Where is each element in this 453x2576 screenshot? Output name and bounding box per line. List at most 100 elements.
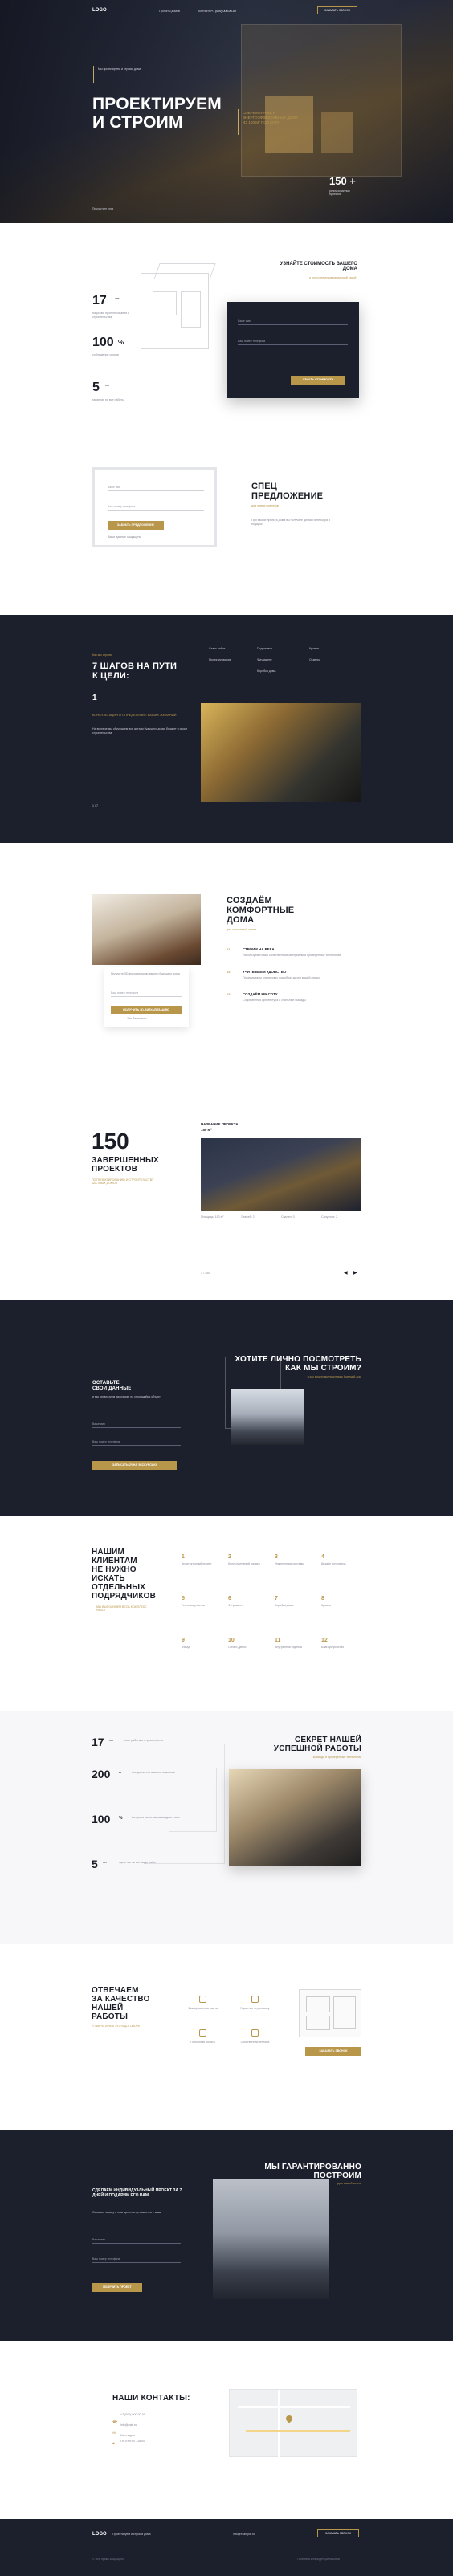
stat2-text: соблюдение сроков [92, 353, 119, 356]
guarantee-title: МЫ ГАРАНТИРОВАННО ПОСТРОИМ [264, 2163, 361, 2180]
footer-callback-button[interactable]: Заказать звонок [317, 2529, 359, 2537]
hero-subtitle: современные и энергоэффективные дома из … [243, 111, 299, 124]
quality-sub: и закрепляем это в договоре [92, 2025, 141, 2028]
feature-number: 02 [226, 970, 231, 974]
offer-text: При заказе проекта дома вы получите диза… [251, 519, 331, 526]
secret-stat-value: 200 [92, 1768, 111, 1780]
visualization-phone-input[interactable]: Ваш номер телефона [111, 990, 182, 997]
step-text: На встрече мы обсуждаем все детали будущ… [92, 727, 188, 735]
step-item[interactable]: Проектирование [209, 658, 231, 662]
service-label: Геология участка [182, 1604, 205, 1607]
header-phone[interactable]: +7 (000) 000-00-00 [211, 10, 236, 13]
quality-items: Фиксированная смета Гарантия по договору… [181, 1992, 281, 2065]
arrow-right-icon[interactable]: ▶ [353, 1270, 357, 1276]
service-number: 8 [321, 1596, 324, 1601]
stat3-unit: лет [105, 384, 110, 387]
scroll-hint[interactable]: Прокрутите вниз [92, 207, 113, 210]
steps-photo [201, 703, 361, 802]
comfort-section: Получите 3D-визуализацию вашего будущего… [0, 843, 453, 1109]
offer-submit-button[interactable]: Забрать предложение [108, 521, 164, 530]
guarantee-submit-button[interactable]: Получить проект [92, 2283, 142, 2292]
step-item[interactable]: Кровля [309, 647, 319, 651]
guarantee-sub: дом вашей мечты [337, 2182, 361, 2185]
nav-link-contacts[interactable]: Контакты [198, 10, 211, 13]
footer-policy-link[interactable]: Политика конфиденциальности [297, 2558, 340, 2562]
service-label: Фундамент [228, 1604, 243, 1607]
feature-title: СОЗДАЁМ КРАСОТУ [243, 992, 278, 996]
header-callback-button[interactable]: Заказать звонок [317, 6, 357, 14]
step-item[interactable]: Отделка [309, 658, 320, 662]
secret-stat-text: гарантия на все виды работ [119, 1861, 157, 1864]
offer-title: СПЕЦ ПРЕДЛОЖЕНИЕ [251, 482, 324, 501]
page: LOGO Проекты домов Контакты +7 (000) 000… [0, 0, 453, 2576]
step-item[interactable]: Коробка дома [257, 669, 275, 674]
quality-callback-button[interactable]: Заказать звонок [305, 2047, 361, 2056]
steps-pager[interactable]: 1 / 7 [92, 804, 98, 808]
step-item[interactable]: Подготовка [257, 647, 272, 651]
offer-form: Ваше имя Ваш номер телефона Забрать пред… [92, 467, 217, 547]
visualization-submit-button[interactable]: Получить 3D-визуализацию [111, 1006, 182, 1014]
contact-email[interactable]: info@mail.ru [120, 2423, 137, 2427]
secret-stat-unit: лет [103, 1861, 108, 1864]
secret-section: 17 лет опыт работы в строительстве 200 +… [0, 1711, 453, 1944]
feature-title: СТРОИМ НА ВЕКА [243, 947, 275, 951]
hero-count-caption: реализованных проектов [329, 189, 350, 196]
contact-phone[interactable]: +7 (000) 000-00-00 [120, 2413, 145, 2417]
offer-section: Ваше имя Ваш номер телефона Забрать пред… [0, 456, 453, 615]
guarantee-phone-input[interactable]: Ваш номер телефона [92, 2256, 181, 2263]
arrow-left-icon[interactable]: ◀ [344, 1270, 348, 1276]
calc-form-sub: и получите индивидуальный расчёт [309, 276, 357, 279]
guarantee-form-title: СДЕЛАЕМ ИНДИВИДУАЛЬНЫЙ ПРОЕКТ ЗА 7 ДНЕЙ … [92, 2188, 182, 2198]
service-number: 6 [228, 1596, 231, 1601]
offer-name-input[interactable]: Ваше имя [108, 484, 204, 491]
clients-sub: мы выполняем весь комплекс работ [96, 1605, 147, 1612]
guarantee-name-input[interactable]: Ваше имя [92, 2236, 181, 2244]
secret-stat-value: 5 [92, 1858, 98, 1870]
logo[interactable]: LOGO [92, 8, 107, 13]
footer-tagline: Проектируем и строим дома [112, 2533, 151, 2536]
service-number: 3 [275, 1554, 278, 1560]
feature-text: Современная архитектура и стильные фасад… [243, 999, 306, 1002]
feature-text: Используем только качественные материалы… [243, 954, 341, 957]
steps-section: Как мы строим 7 ШАГОВ НА ПУТИ К ЦЕЛИ: 1 … [0, 615, 453, 843]
footer-logo[interactable]: LOGO [92, 2532, 107, 2537]
visit-submit-button[interactable]: Записаться на экскурсию [92, 1461, 177, 1470]
quality-item: Собственная техника [240, 2041, 270, 2044]
footer: LOGO Проектируем и строим дома info@exam… [0, 2519, 453, 2576]
service-number: 12 [321, 1638, 328, 1643]
offer-phone-input[interactable]: Ваш номер телефона [108, 503, 204, 511]
project-photo [201, 1138, 361, 1211]
visit-name-input[interactable]: Ваше имя [92, 1421, 181, 1428]
footer-copyright: © Все права защищены [92, 2558, 124, 2561]
visit-phone-input[interactable]: Ваш номер телефона [92, 1439, 181, 1446]
service-number: 11 [275, 1638, 281, 1643]
quality-item: Поэтапная оплата [190, 2041, 215, 2044]
project-area: 150 М² [201, 1128, 212, 1132]
calc-submit-button[interactable]: Узнать стоимость [291, 376, 345, 385]
secret-stat-unit: % [119, 1816, 123, 1821]
visualization-text: Получите 3D-визуализацию вашего будущего… [111, 972, 180, 975]
footer-email[interactable]: info@example.ru [233, 2533, 255, 2537]
service-number: 10 [228, 1638, 235, 1643]
step-item[interactable]: Старт работ [209, 647, 225, 651]
project-label: НАЗВАНИЕ ПРОЕКТА [201, 1122, 239, 1126]
step-item[interactable]: Фундамент [257, 658, 272, 662]
stat1-unit: лет [115, 297, 120, 300]
calc-form-title: УЗНАЙТЕ СТОИМОСТЬ ВАШЕГО ДОМА [280, 262, 357, 271]
calc-name-input[interactable]: Ваше имя [238, 318, 348, 325]
visualization-note: Это бесплатно [127, 1017, 147, 1020]
quality-item: Гарантия по договору [240, 2007, 270, 2010]
service-label: Внутренняя отделка [275, 1646, 302, 1649]
calc-phone-input[interactable]: Ваш номер телефона [238, 338, 348, 345]
interior-photo [92, 894, 201, 965]
map[interactable] [229, 2389, 357, 2458]
projects-pager[interactable]: 1 / 150 [201, 1272, 210, 1276]
comfort-title: СОЗДАЁМ КОМФОРТНЫЕ ДОМА [226, 896, 295, 925]
secret-stat-text: контроль качества на каждом этапе [132, 1816, 180, 1819]
stat1-value: 17 [92, 294, 107, 307]
quality-item: Фиксированная смета [188, 2007, 218, 2010]
nav-link-projects[interactable]: Проекты домов [159, 10, 180, 13]
stat1-text: на рынке проектирования и строительства [92, 311, 130, 319]
stat3-text: гарантия на все работы [92, 398, 124, 401]
offer-note: Ваши данные защищены [108, 535, 142, 539]
